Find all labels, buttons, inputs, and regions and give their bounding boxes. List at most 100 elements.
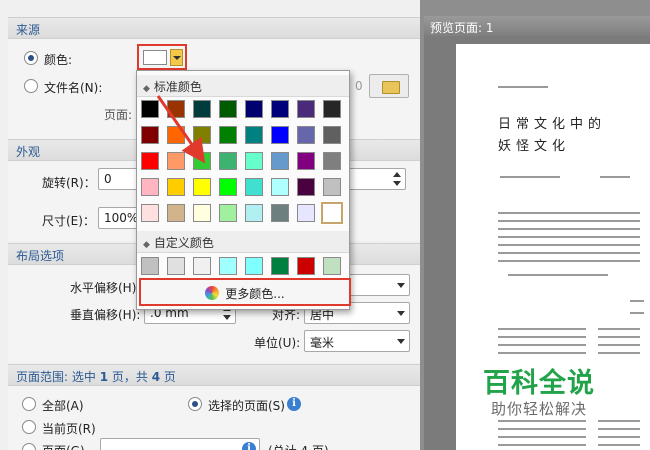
color-swatch[interactable] [193,126,211,144]
color-swatch[interactable] [245,204,263,222]
rotate-spinner[interactable] [348,168,406,190]
custom-color-swatch[interactable] [193,257,211,275]
color-swatch[interactable] [323,152,341,170]
color-swatch[interactable] [167,204,185,222]
size-input[interactable]: 100% [98,207,138,229]
color-swatch[interactable] [245,126,263,144]
more-colors-button[interactable]: 更多颜色... [139,278,351,306]
selected-pages-radio[interactable] [188,397,202,411]
unit-label: 单位(U): [254,336,301,350]
color-swatch[interactable] [297,178,315,196]
h-align-select[interactable] [348,274,410,296]
document-text-line [498,428,586,430]
custom-color-swatch[interactable] [167,257,185,275]
watermark-title: 百科全说 [483,368,595,399]
palette-icon [205,286,220,300]
color-swatch[interactable] [271,100,289,118]
color-swatch[interactable] [297,126,315,144]
custom-colors-header: ◆ 自定义颜色 [137,231,349,253]
spin-icon[interactable] [392,171,402,187]
color-swatch[interactable] [219,152,237,170]
document-text-line [598,420,640,422]
h-offset-label: 水平偏移(H) [70,281,137,295]
color-swatch[interactable] [297,100,315,118]
custom-color-swatch[interactable] [323,257,341,275]
document-text-line [498,328,586,330]
unit-select[interactable]: 毫米 [304,330,410,352]
color-swatch[interactable] [245,100,263,118]
document-text-line [498,336,586,338]
more-colors-label: 更多颜色... [225,287,285,301]
chevron-down-icon[interactable] [170,49,183,66]
custom-colors-title: 自定义颜色 [153,236,214,250]
document-text-line [500,176,560,178]
color-swatch[interactable] [141,152,159,170]
color-swatch[interactable] [271,178,289,196]
document-text-line [498,244,640,246]
document-text-line [600,176,630,178]
color-swatch[interactable] [323,178,341,196]
selected-pages-label: 选择的页面(S) [208,399,285,413]
color-swatch[interactable] [297,204,315,222]
color-swatch[interactable] [320,201,344,225]
custom-color-swatch[interactable] [219,257,237,275]
custom-color-swatch[interactable] [297,257,315,275]
source-section-header: 来源 [8,17,420,39]
document-text-line [498,420,586,422]
color-swatch[interactable] [167,152,185,170]
color-swatch[interactable] [271,126,289,144]
color-swatch[interactable] [219,204,237,222]
layout-section-title: 布局选项 [16,249,65,263]
color-swatch[interactable] [141,100,159,118]
color-swatch[interactable] [193,152,211,170]
color-swatch[interactable] [141,204,159,222]
color-swatch[interactable] [297,152,315,170]
page-label: 页面: [104,108,133,122]
standard-colors-title: 标准颜色 [153,80,202,94]
color-swatch[interactable] [219,178,237,196]
color-swatch[interactable] [193,178,211,196]
all-pages-radio[interactable] [22,397,36,411]
color-radio[interactable] [24,51,38,65]
color-swatch[interactable] [167,126,185,144]
custom-color-swatch[interactable] [245,257,263,275]
document-text-line [598,328,640,330]
preview-title-bar: 预览页面: 1 [424,16,650,36]
selected-page-count: 1 [99,370,109,384]
color-swatch[interactable] [219,100,237,118]
custom-color-swatch[interactable] [271,257,289,275]
current-page-radio[interactable] [22,420,36,434]
source-section-title: 来源 [16,23,41,37]
page-range-title-mid: 页，共 [108,370,152,384]
info-icon[interactable]: i [242,442,256,450]
current-color-swatch [143,50,167,65]
color-swatch[interactable] [323,126,341,144]
color-swatch[interactable] [271,204,289,222]
color-swatch[interactable] [167,100,185,118]
document-text-line [598,344,640,346]
document-text-line [498,228,640,230]
rotate-input[interactable]: 0 [98,168,138,190]
color-swatch[interactable] [141,178,159,196]
color-swatch[interactable] [245,152,263,170]
color-swatch[interactable] [245,178,263,196]
chevron-down-icon [397,339,405,344]
color-swatch[interactable] [193,100,211,118]
color-swatch[interactable] [271,152,289,170]
color-swatch[interactable] [219,126,237,144]
pages-input[interactable] [100,438,260,450]
folder-browse-button[interactable] [369,74,409,98]
file-radio[interactable] [24,79,38,93]
color-swatch[interactable] [141,126,159,144]
v-offset-label: 垂直偏移(H): [70,308,141,322]
info-icon[interactable]: i [287,397,301,411]
color-swatch[interactable] [193,204,211,222]
preview-title: 预览页面: 1 [430,21,494,35]
appearance-section-title: 外观 [16,145,41,159]
custom-color-swatch[interactable] [141,257,159,275]
color-swatch[interactable] [323,100,341,118]
color-swatch[interactable] [167,178,185,196]
document-text-line [498,236,640,238]
color-picker-button[interactable] [137,44,187,70]
pages-radio[interactable] [22,443,36,450]
